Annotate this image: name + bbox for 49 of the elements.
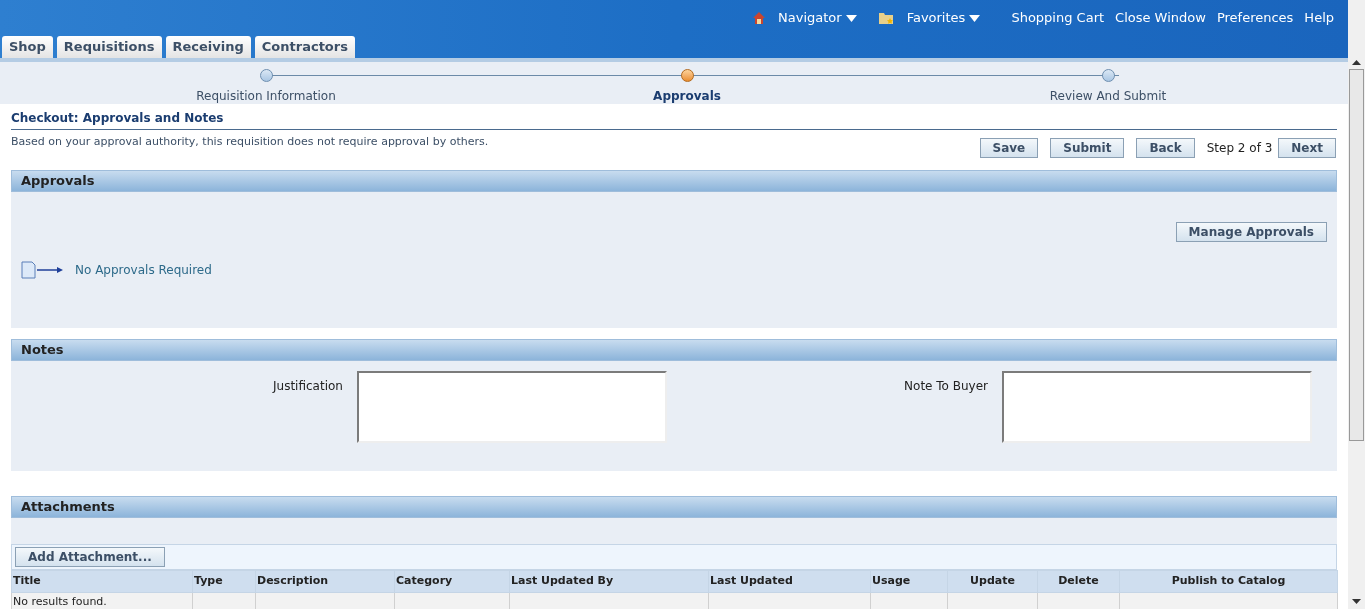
scroll-down-icon bbox=[1352, 599, 1361, 604]
train-step-label[interactable]: Requisition Information bbox=[196, 87, 336, 105]
step-indicator: Step 2 of 3 bbox=[1206, 140, 1273, 157]
action-button[interactable]: Back bbox=[1136, 138, 1195, 158]
instruction-text: Based on your approval authority, this requisition does not require approval by others. bbox=[11, 134, 489, 150]
approval-status-text: No Approvals Required bbox=[75, 262, 212, 279]
home-icon bbox=[752, 11, 766, 25]
caret-icon bbox=[969, 14, 981, 22]
action-button[interactable]: Submit bbox=[1050, 138, 1125, 158]
column-header: Delete bbox=[1037, 570, 1120, 593]
nav-tab[interactable]: Contractors bbox=[254, 36, 355, 58]
navigator-menu[interactable]: Navigator bbox=[778, 8, 842, 28]
column-header: Type bbox=[192, 570, 256, 593]
note-text-area[interactable] bbox=[356, 371, 667, 443]
nav-tab[interactable]: Shop bbox=[2, 36, 53, 58]
header-link[interactable]: Shopping Cart bbox=[1011, 8, 1105, 28]
column-header: Update bbox=[947, 570, 1038, 593]
scroll-up-icon bbox=[1352, 60, 1361, 65]
section-header: Attachments bbox=[11, 496, 1337, 518]
scrollbar-thumb[interactable] bbox=[1349, 69, 1364, 441]
field-label: Note To Buyer bbox=[904, 378, 988, 395]
train-step-label: Approvals bbox=[653, 88, 721, 105]
caret-icon bbox=[845, 14, 857, 22]
document-arrow-icon bbox=[21, 261, 65, 279]
manage-approvals-button[interactable]: Manage Approvals bbox=[1175, 222, 1327, 242]
next-button[interactable]: Next bbox=[1278, 138, 1336, 158]
column-header: Title bbox=[11, 570, 193, 593]
action-button[interactable]: Save bbox=[979, 138, 1039, 158]
note-text-area[interactable] bbox=[1002, 371, 1312, 443]
header-link[interactable]: Help bbox=[1304, 8, 1334, 28]
train-step-label[interactable]: Review And Submit bbox=[1049, 87, 1167, 105]
section-header: Notes bbox=[11, 339, 1337, 361]
favorites-menu[interactable]: Favorites bbox=[906, 8, 966, 28]
column-header: Category bbox=[394, 570, 510, 593]
folder-star-icon bbox=[877, 11, 895, 25]
nav-tab[interactable]: Requisitions bbox=[56, 36, 162, 58]
page-title: Checkout: Approvals and Notes bbox=[11, 104, 1337, 130]
column-header: Description bbox=[255, 570, 395, 593]
add-attachment-button[interactable]: Add Attachment... bbox=[15, 547, 165, 567]
column-header: Publish to Catalog bbox=[1119, 570, 1338, 593]
column-header: Last Updated By bbox=[509, 570, 709, 593]
nav-tab[interactable]: Receiving bbox=[165, 36, 251, 58]
section-header: Approvals bbox=[11, 170, 1337, 192]
header-link[interactable]: Close Window bbox=[1115, 8, 1206, 28]
column-header: Usage bbox=[870, 570, 948, 593]
field-label: Justification bbox=[273, 378, 343, 395]
header-link[interactable]: Preferences bbox=[1216, 8, 1294, 28]
column-header: Last Updated bbox=[708, 570, 871, 593]
vertical-scrollbar[interactable] bbox=[1348, 0, 1365, 609]
